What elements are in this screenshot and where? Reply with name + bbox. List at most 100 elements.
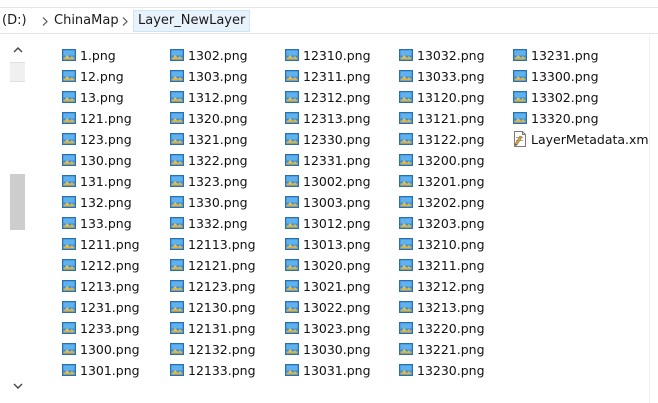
image-file-icon [62, 259, 76, 271]
file-name: 13012.png [303, 216, 371, 231]
file-name: 13221.png [417, 342, 485, 357]
image-file-icon [513, 112, 527, 124]
file-name: 1330.png [188, 195, 248, 210]
image-file-icon [170, 49, 184, 61]
file-name: 12310.png [303, 48, 371, 63]
image-file-icon [399, 364, 413, 376]
image-file-icon [285, 91, 299, 103]
window-right-edge [649, 35, 658, 403]
image-file-icon [399, 259, 413, 271]
image-file-icon [62, 301, 76, 313]
image-file-icon [62, 343, 76, 355]
image-file-icon [62, 217, 76, 229]
file-name: 13213.png [417, 300, 485, 315]
file-name: 13022.png [303, 300, 371, 315]
file-name: 13023.png [303, 321, 371, 336]
file-name: 13210.png [417, 237, 485, 252]
image-file-icon [170, 112, 184, 124]
file-name: 13201.png [417, 174, 485, 189]
file-name: 1321.png [188, 132, 248, 147]
file-name: 132.png [80, 195, 132, 210]
file-name: 13032.png [417, 48, 485, 63]
file-name: 13031.png [303, 363, 371, 378]
scroll-up-arrow-icon[interactable] [11, 42, 25, 56]
breadcrumb-drive[interactable]: (D:) [2, 11, 27, 31]
image-file-icon [62, 280, 76, 292]
image-file-icon [399, 133, 413, 145]
scroll-down-arrow-icon[interactable] [11, 378, 25, 392]
file-name: 13220.png [417, 321, 485, 336]
file-name: 1233.png [80, 321, 140, 336]
image-file-icon [62, 364, 76, 376]
image-file-icon [285, 154, 299, 166]
file-name: 121.png [80, 111, 132, 126]
file-name: 13120.png [417, 90, 485, 105]
file-name: 13030.png [303, 342, 371, 357]
file-name: 12330.png [303, 132, 371, 147]
image-file-icon [285, 238, 299, 250]
file-name: 12113.png [188, 237, 256, 252]
image-file-icon [513, 91, 527, 103]
address-bar[interactable]: (D:) ChinaMap Layer_NewLayer [0, 9, 658, 34]
file-name: 13231.png [531, 48, 599, 63]
image-file-icon [62, 196, 76, 208]
image-file-icon [170, 301, 184, 313]
image-file-icon [285, 112, 299, 124]
file-name: 13230.png [417, 363, 485, 378]
image-file-icon [285, 259, 299, 271]
file-name: 12130.png [188, 300, 256, 315]
file-name: 12132.png [188, 342, 256, 357]
image-file-icon [399, 343, 413, 355]
file-name: 13013.png [303, 237, 371, 252]
image-file-icon [170, 133, 184, 145]
image-file-icon [170, 280, 184, 292]
file-name: 12312.png [303, 90, 371, 105]
image-file-icon [62, 70, 76, 82]
image-file-icon [170, 238, 184, 250]
image-file-icon [170, 364, 184, 376]
scrollbar-thumb[interactable] [10, 174, 25, 230]
image-file-icon [170, 217, 184, 229]
file-name: 13002.png [303, 174, 371, 189]
chevron-right-icon[interactable] [118, 11, 132, 31]
image-file-icon [62, 322, 76, 334]
chevron-right-icon[interactable] [38, 11, 52, 31]
image-file-icon [62, 91, 76, 103]
file-name: 13203.png [417, 216, 485, 231]
file-name: 133.png [80, 216, 132, 231]
image-file-icon [285, 175, 299, 187]
file-name: 12133.png [188, 363, 256, 378]
file-name: 13300.png [531, 69, 599, 84]
file-name: 1211.png [80, 237, 140, 252]
file-name: 12121.png [188, 258, 256, 273]
file-name: 13122.png [417, 132, 485, 147]
file-name: 1.png [80, 48, 116, 63]
image-file-icon [399, 196, 413, 208]
file-name: 1231.png [80, 300, 140, 315]
breadcrumb-layer-newlayer[interactable]: Layer_NewLayer [133, 10, 251, 32]
file-name: 1301.png [80, 363, 140, 378]
file-name: 12.png [80, 69, 124, 84]
image-file-icon [399, 280, 413, 292]
file-name: 13.png [80, 90, 124, 105]
image-file-icon [170, 259, 184, 271]
image-file-icon [62, 112, 76, 124]
image-file-icon [62, 154, 76, 166]
image-file-icon [285, 343, 299, 355]
image-file-icon [399, 175, 413, 187]
image-file-icon [399, 49, 413, 61]
image-file-icon [513, 70, 527, 82]
file-name: 13200.png [417, 153, 485, 168]
image-file-icon [399, 322, 413, 334]
file-name: 1212.png [80, 258, 140, 273]
image-file-icon [170, 343, 184, 355]
file-name: 13033.png [417, 69, 485, 84]
file-name: LayerMetadata.xml [531, 132, 653, 147]
image-file-icon [170, 154, 184, 166]
image-file-icon [62, 238, 76, 250]
breadcrumb-chinamap[interactable]: ChinaMap [54, 11, 119, 31]
image-file-icon [399, 217, 413, 229]
file-name: 1302.png [188, 48, 248, 63]
file-name: 130.png [80, 153, 132, 168]
file-name: 13020.png [303, 258, 371, 273]
